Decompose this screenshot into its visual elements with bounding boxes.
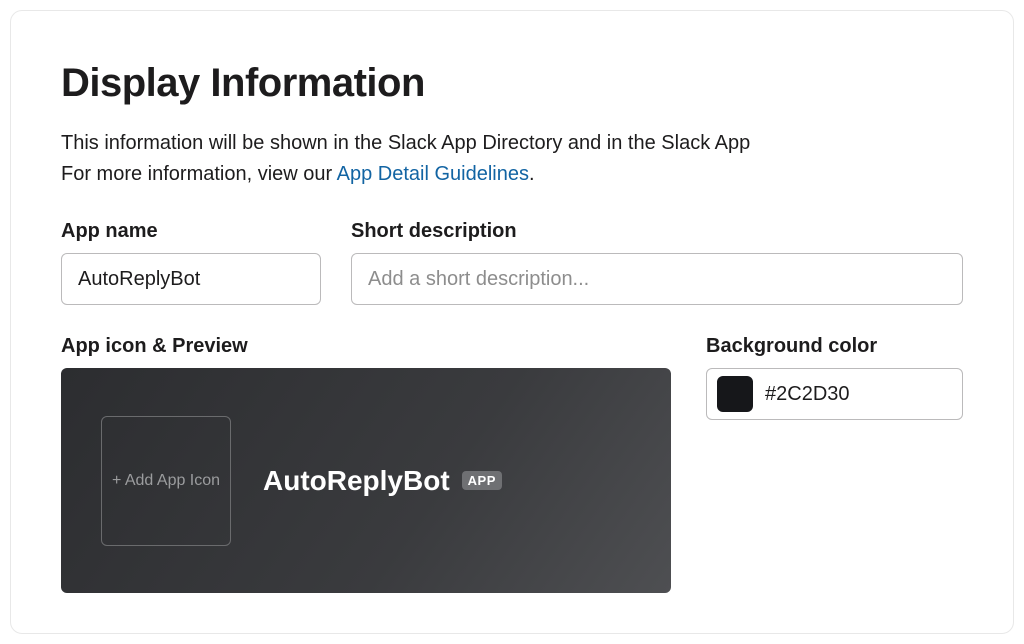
color-swatch[interactable] <box>717 376 753 412</box>
form-row-top: App name Short description <box>61 220 963 305</box>
add-app-icon-button[interactable]: + Add App Icon <box>101 416 231 546</box>
short-description-field-wrap: Short description <box>351 220 963 305</box>
short-description-input[interactable] <box>351 253 963 305</box>
app-preview-box: + Add App Icon AutoReplyBot APP <box>61 368 671 593</box>
description-line2-prefix: For more information, view our <box>61 163 337 185</box>
preview-app-name: AutoReplyBot <box>263 465 450 497</box>
description-line1: This information will be shown in the Sl… <box>61 132 750 154</box>
display-information-card: Display Information This information wil… <box>10 10 1014 634</box>
app-badge: APP <box>462 471 502 490</box>
section-description: This information will be shown in the Sl… <box>61 128 963 190</box>
description-line2-suffix: . <box>529 163 535 185</box>
icon-preview-section: App icon & Preview + Add App Icon AutoRe… <box>61 335 671 593</box>
app-name-field-wrap: App name <box>61 220 321 305</box>
background-color-section: Background color <box>706 335 963 593</box>
short-description-label: Short description <box>351 220 963 243</box>
form-row-bottom: App icon & Preview + Add App Icon AutoRe… <box>61 335 963 593</box>
app-name-input[interactable] <box>61 253 321 305</box>
preview-name-wrap: AutoReplyBot APP <box>263 465 502 497</box>
background-color-input[interactable] <box>765 383 952 406</box>
guidelines-link[interactable]: App Detail Guidelines <box>337 163 529 185</box>
app-name-label: App name <box>61 220 321 243</box>
background-color-label: Background color <box>706 335 963 358</box>
icon-preview-label: App icon & Preview <box>61 335 671 358</box>
add-app-icon-text: + Add App Icon <box>112 472 220 490</box>
background-color-input-wrap[interactable] <box>706 368 963 420</box>
section-heading: Display Information <box>61 61 963 106</box>
